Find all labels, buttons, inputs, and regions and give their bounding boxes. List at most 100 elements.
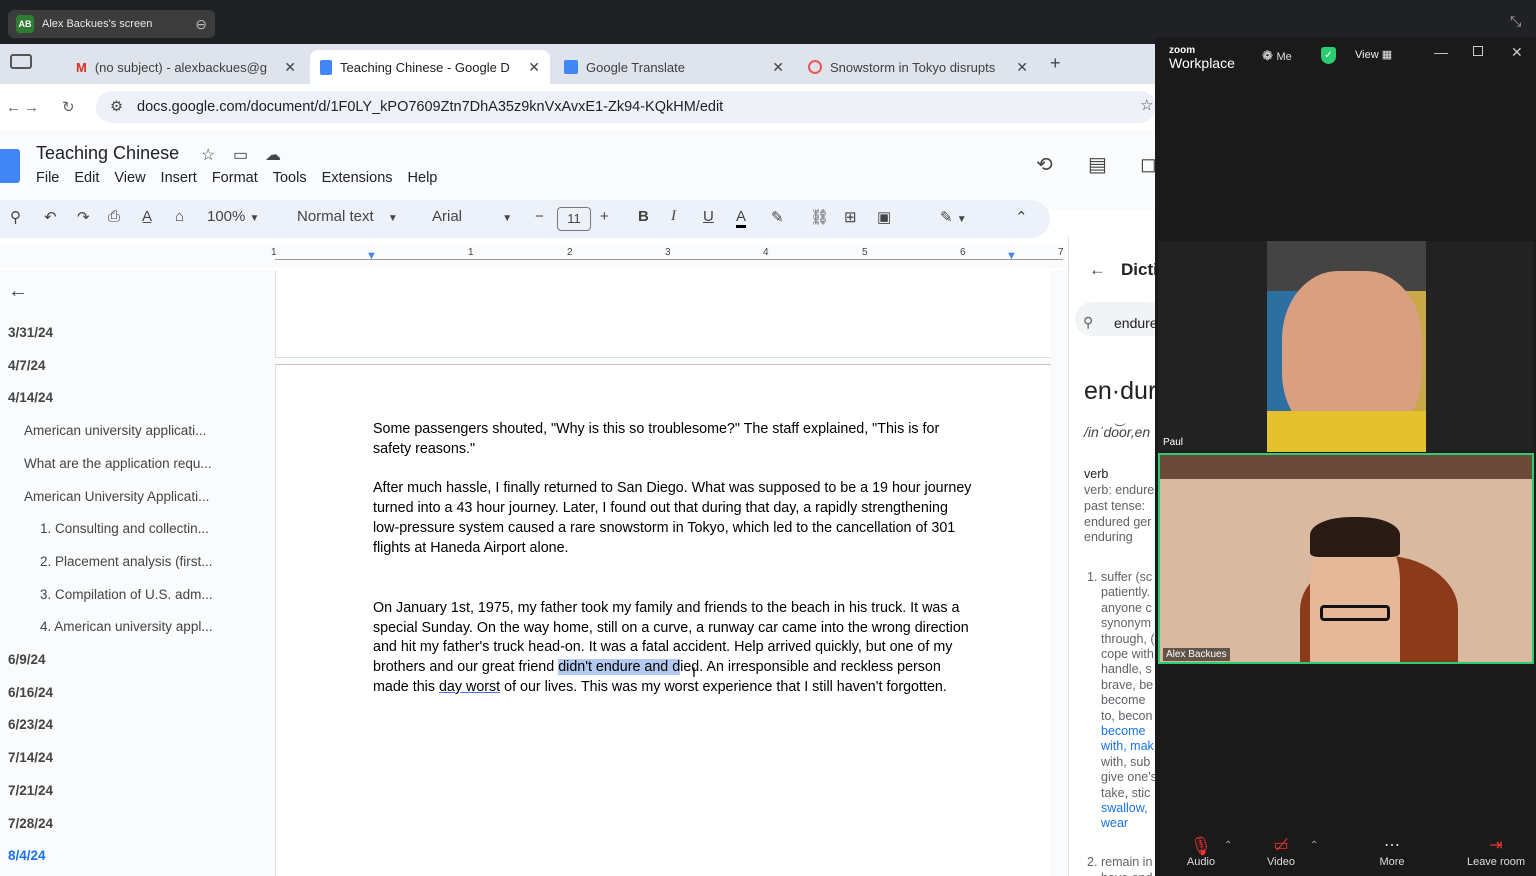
minimize-icon[interactable]: — xyxy=(1434,44,1448,60)
menu-help[interactable]: Help xyxy=(408,170,438,186)
left-indent-marker[interactable]: ▼ xyxy=(366,250,377,262)
dict-back-icon[interactable]: ← xyxy=(1089,260,1106,280)
address-bar: ← → ↻ ⚙ docs.google.com/document/d/1F0LY… xyxy=(0,84,1155,130)
site-settings-icon[interactable]: ⚙ xyxy=(110,99,123,115)
search-menus-icon[interactable]: ⚲ xyxy=(10,208,21,226)
style-select[interactable]: Normal text ▼ xyxy=(297,208,398,225)
meet-icon[interactable]: ◻ xyxy=(1140,152,1155,177)
menu-format[interactable]: Format xyxy=(212,170,258,186)
tab-news[interactable]: Snowstorm in Tokyo disrupts ✕ xyxy=(798,50,1038,84)
video-tile-alex[interactable]: Alex Backues xyxy=(1158,453,1534,664)
forward-icon[interactable]: → xyxy=(24,99,39,116)
menu-edit[interactable]: Edit xyxy=(74,170,99,186)
selected-text[interactable]: didn't endure and d xyxy=(558,659,681,675)
zoom-select[interactable]: 100% ▼ xyxy=(207,208,259,225)
right-indent-marker[interactable]: ▼ xyxy=(1006,250,1017,262)
outline-date-heading[interactable]: 7/14/24 xyxy=(8,750,53,765)
outline-date-heading[interactable]: 6/23/24 xyxy=(8,717,53,732)
outline-date-heading[interactable]: 6/16/24 xyxy=(8,685,53,700)
more-button[interactable]: ⋯ More xyxy=(1362,836,1422,868)
dict-sense-line[interactable]: swallow, xyxy=(1101,801,1148,815)
outline-date-heading[interactable]: 8/4/24 xyxy=(8,848,46,863)
comments-icon[interactable]: ▤ xyxy=(1088,152,1107,177)
font-size-field[interactable]: 11 xyxy=(557,207,591,231)
menu-file[interactable]: File xyxy=(36,170,59,186)
close-tab-icon[interactable]: ✕ xyxy=(772,59,784,76)
highlight-icon[interactable]: ✎ xyxy=(771,208,784,226)
audio-button[interactable]: 🎙 Audio xyxy=(1171,836,1231,868)
paw-icon[interactable]: ❁ Me xyxy=(1262,48,1292,64)
outline-item[interactable]: What are the application requ... xyxy=(24,456,212,471)
menu-tools[interactable]: Tools xyxy=(273,170,307,186)
outline-item[interactable]: 3. Compilation of U.S. adm... xyxy=(40,587,213,602)
tab-translate[interactable]: Google Translate ✕ xyxy=(554,50,794,84)
reload-icon[interactable]: ↻ xyxy=(62,98,75,116)
spellcheck-icon[interactable]: A̲ xyxy=(142,208,152,225)
back-icon[interactable]: ← xyxy=(6,99,21,116)
version-history-icon[interactable]: ⟲ xyxy=(1036,152,1053,177)
tab-gmail[interactable]: M (no subject) - alexbackues@g ✕ xyxy=(66,50,306,84)
url-field[interactable]: ⚙ docs.google.com/document/d/1F0LY_kPO76… xyxy=(96,91,1155,123)
outline-date-heading[interactable]: 4/14/24 xyxy=(8,390,53,405)
increase-font-icon[interactable]: + xyxy=(600,208,609,225)
cloud-status-icon[interactable]: ☁ xyxy=(265,145,281,165)
close-tab-icon[interactable]: ✕ xyxy=(1016,59,1028,76)
view-button[interactable]: View ▦ xyxy=(1355,48,1392,61)
outline-date-heading[interactable]: 3/31/24 xyxy=(8,325,53,340)
dict-sense-line[interactable]: with, mak xyxy=(1101,739,1154,753)
new-tab-icon[interactable]: + xyxy=(1050,53,1061,74)
font-select[interactable]: Arial ▼ xyxy=(432,208,512,225)
outline-item[interactable]: American University Applicati... xyxy=(24,489,209,504)
tab-label: (no subject) - alexbackues@g xyxy=(94,59,268,75)
outline-item[interactable]: American university applicati... xyxy=(24,423,206,438)
leave-room-button[interactable]: ⇥ Leave room xyxy=(1466,836,1526,868)
doc-title[interactable]: Teaching Chinese xyxy=(36,143,179,164)
paint-format-icon[interactable]: ⌂ xyxy=(175,208,184,225)
screen-share-chip[interactable]: AB Alex Backues's screen ⊖ xyxy=(8,10,215,38)
print-icon[interactable]: ⎙ xyxy=(108,208,120,225)
docs-logo-icon[interactable] xyxy=(0,149,20,183)
editing-mode-icon[interactable]: ✎ ▼ xyxy=(940,208,967,226)
maximize-icon[interactable] xyxy=(1473,46,1483,56)
outline-item[interactable]: 1. Consulting and collectin... xyxy=(40,521,209,536)
redo-icon[interactable]: ↷ xyxy=(77,208,90,226)
security-shield-icon[interactable]: ✓ xyxy=(1321,47,1336,64)
add-comment-icon[interactable]: ⊞ xyxy=(844,208,857,226)
exit-fullscreen-icon[interactable]: ⤡ xyxy=(1510,13,1521,30)
bookmark-star-icon[interactable]: ☆ xyxy=(1140,96,1153,114)
bold-icon[interactable]: B xyxy=(638,208,649,225)
hide-menus-icon[interactable]: ⌃ xyxy=(1015,208,1028,226)
underline-icon[interactable]: U xyxy=(703,208,714,225)
tab-search-icon[interactable] xyxy=(10,54,32,69)
outline-date-heading[interactable]: 7/21/24 xyxy=(8,783,53,798)
audio-options-icon[interactable]: ⌃ xyxy=(1224,840,1232,851)
insert-link-icon[interactable]: ⛓ xyxy=(810,208,829,226)
video-button[interactable]: ▭̸ Video xyxy=(1251,836,1311,868)
star-icon[interactable]: ☆ xyxy=(201,145,215,165)
close-tab-icon[interactable]: ✕ xyxy=(284,59,296,76)
decrease-font-icon[interactable]: − xyxy=(535,208,544,225)
outline-item[interactable]: 2. Placement analysis (first... xyxy=(40,554,213,569)
video-options-icon[interactable]: ⌃ xyxy=(1310,840,1318,851)
dict-sense-line[interactable]: become xyxy=(1101,724,1145,738)
close-window-icon[interactable]: ✕ xyxy=(1511,44,1523,61)
dict-sense-line[interactable]: wear xyxy=(1101,816,1128,830)
video-tile-paul[interactable] xyxy=(1267,241,1426,452)
share-options-icon[interactable]: ⊖ xyxy=(195,16,207,33)
italic-icon[interactable]: I xyxy=(671,208,676,225)
menu-insert[interactable]: Insert xyxy=(161,170,197,186)
outline-item[interactable]: 4. American university appl... xyxy=(40,619,213,634)
menu-extensions[interactable]: Extensions xyxy=(322,170,393,186)
tab-docs[interactable]: Teaching Chinese - Google D ✕ xyxy=(310,50,550,84)
move-folder-icon[interactable]: ▭ xyxy=(233,145,248,165)
outline-date-heading[interactable]: 7/28/24 xyxy=(8,816,53,831)
menu-view[interactable]: View xyxy=(114,170,145,186)
insert-image-icon[interactable]: ▣ xyxy=(877,208,891,226)
text-color-icon[interactable]: A xyxy=(736,208,747,228)
close-tab-icon[interactable]: ✕ xyxy=(528,59,540,76)
outline-date-heading[interactable]: 4/7/24 xyxy=(8,358,46,373)
outline-date-heading[interactable]: 6/9/24 xyxy=(8,652,46,667)
close-outline-icon[interactable]: ← xyxy=(8,280,28,303)
undo-icon[interactable]: ↶ xyxy=(44,208,57,226)
grammar-suggestion[interactable]: day worst xyxy=(439,679,500,695)
